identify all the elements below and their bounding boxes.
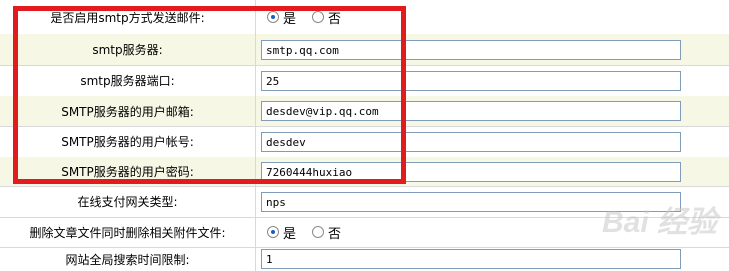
radio-delete-no[interactable]: 否: [312, 223, 351, 242]
label-smtp-server: smtp服务器:: [0, 34, 256, 65]
row-smtp-account: SMTP服务器的用户帐号: desdev: [0, 126, 729, 158]
label-smtp-port: smtp服务器端口:: [0, 65, 256, 96]
label-payment-gateway: 在线支付网关类型:: [0, 186, 256, 217]
radio-yes-icon[interactable]: [267, 226, 279, 238]
row-smtp-server: smtp服务器: smtp.qq.com: [0, 34, 729, 66]
radio-no-icon[interactable]: [312, 11, 325, 23]
row-smtp-email: SMTP服务器的用户邮箱: desdev@vip.qq.com: [0, 96, 729, 127]
smtp-port-input[interactable]: 25: [261, 70, 681, 91]
watermark: Bai 经验: [601, 206, 717, 239]
smtp-email-input[interactable]: desdev@vip.qq.com: [261, 101, 681, 121]
radio-no-icon[interactable]: [312, 226, 325, 238]
smtp-password-input[interactable]: 7260444huxiao: [261, 161, 681, 182]
label-search-time-limit: 网站全局搜索时间限制:: [0, 247, 256, 271]
smtp-server-input[interactable]: smtp.qq.com: [261, 39, 681, 60]
smtp-account-input[interactable]: desdev: [261, 131, 681, 152]
radio-yes-icon[interactable]: [267, 11, 279, 23]
row-smtp-password: SMTP服务器的用户密码: 7260444huxiao: [0, 157, 729, 187]
radio-enable-smtp-yes[interactable]: 是: [267, 8, 306, 27]
label-smtp-email: SMTP服务器的用户邮箱:: [0, 96, 256, 126]
label-smtp-password: SMTP服务器的用户密码:: [0, 157, 256, 186]
search-time-limit-input[interactable]: 1: [261, 249, 681, 269]
label-smtp-account: SMTP服务器的用户帐号:: [0, 126, 256, 157]
radio-delete-yes[interactable]: 是: [267, 223, 306, 242]
row-search-time-limit: 网站全局搜索时间限制: 1: [0, 247, 729, 271]
label-enable-smtp: 是否启用smtp方式发送邮件:: [0, 0, 256, 34]
label-delete-attachments: 删除文章文件同时删除相关附件文件:: [0, 217, 256, 247]
radio-enable-smtp-no[interactable]: 否: [312, 8, 351, 27]
row-smtp-port: smtp服务器端口: 25: [0, 65, 729, 97]
row-enable-smtp: 是否启用smtp方式发送邮件: 是 否: [0, 0, 729, 35]
